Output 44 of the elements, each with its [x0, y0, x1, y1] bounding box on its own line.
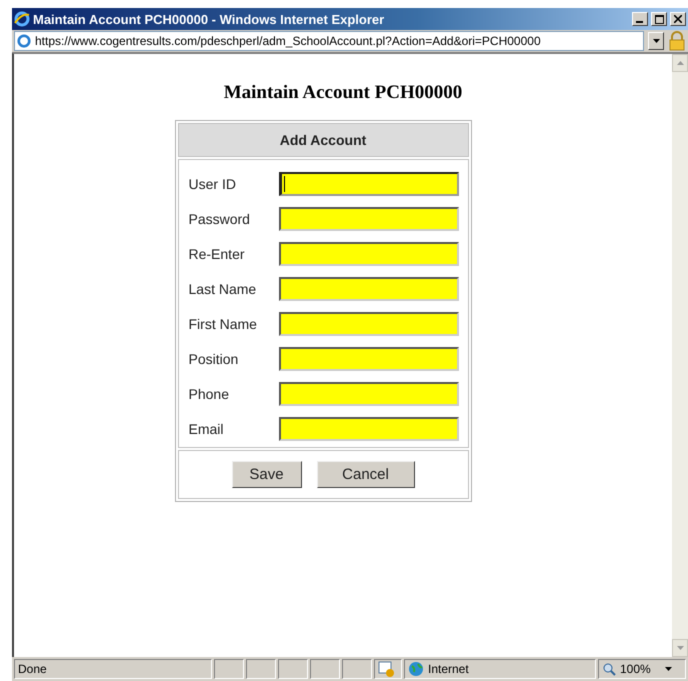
- maximize-icon: [654, 14, 664, 24]
- address-field[interactable]: https://www.cogentresults.com/pdeschperl/adm_SchoolAccount.pl?Action=Add&ori=PCH00000: [14, 31, 644, 51]
- input-field[interactable]: [278, 277, 458, 301]
- input-field[interactable]: [278, 312, 458, 336]
- input-field[interactable]: [278, 242, 458, 266]
- field-label: User ID: [188, 176, 237, 192]
- save-button[interactable]: Save: [232, 461, 302, 488]
- status-panel: [278, 659, 308, 679]
- field-label: Re-Enter: [188, 246, 246, 262]
- up-arrow-icon: [676, 61, 684, 65]
- maximize-button[interactable]: [651, 12, 667, 26]
- browser-icon: [14, 11, 30, 27]
- caret-icon: [652, 39, 660, 43]
- form-title: Add Account: [178, 123, 468, 157]
- globe-icon: [408, 661, 424, 677]
- status-panel: [214, 659, 244, 679]
- cancel-button[interactable]: Cancel: [316, 461, 414, 488]
- input-field[interactable]: [278, 207, 458, 231]
- dropdown-button[interactable]: [648, 32, 664, 50]
- field-label: First Name: [188, 316, 258, 332]
- close-button[interactable]: [670, 12, 686, 26]
- input-field[interactable]: [278, 382, 458, 406]
- popup-blocker-icon[interactable]: [378, 661, 394, 677]
- field-label: Last Name: [188, 281, 258, 297]
- field-label: Email: [188, 421, 225, 437]
- page-icon: [17, 34, 31, 48]
- field-label: Position: [188, 351, 240, 367]
- page-heading: Maintain Account PCH00000: [224, 82, 462, 104]
- status-panel: [342, 659, 372, 679]
- field-label: Password: [188, 211, 251, 227]
- input-field[interactable]: [278, 172, 458, 196]
- zone-text: Internet: [428, 662, 469, 676]
- zoom-icon[interactable]: [602, 662, 616, 676]
- field-label: Phone: [188, 386, 230, 402]
- close-icon: [674, 15, 682, 23]
- input-field[interactable]: [278, 417, 458, 441]
- down-arrow-icon: [676, 646, 684, 650]
- input-field[interactable]: [278, 347, 458, 371]
- status-text: Done: [18, 662, 47, 676]
- window-title: Maintain Account PCH00000 - Windows Internet Explorer: [33, 12, 386, 26]
- status-panel: [310, 659, 340, 679]
- status-panel: [246, 659, 276, 679]
- caret-icon[interactable]: [664, 667, 672, 671]
- minimize-button[interactable]: [632, 12, 648, 26]
